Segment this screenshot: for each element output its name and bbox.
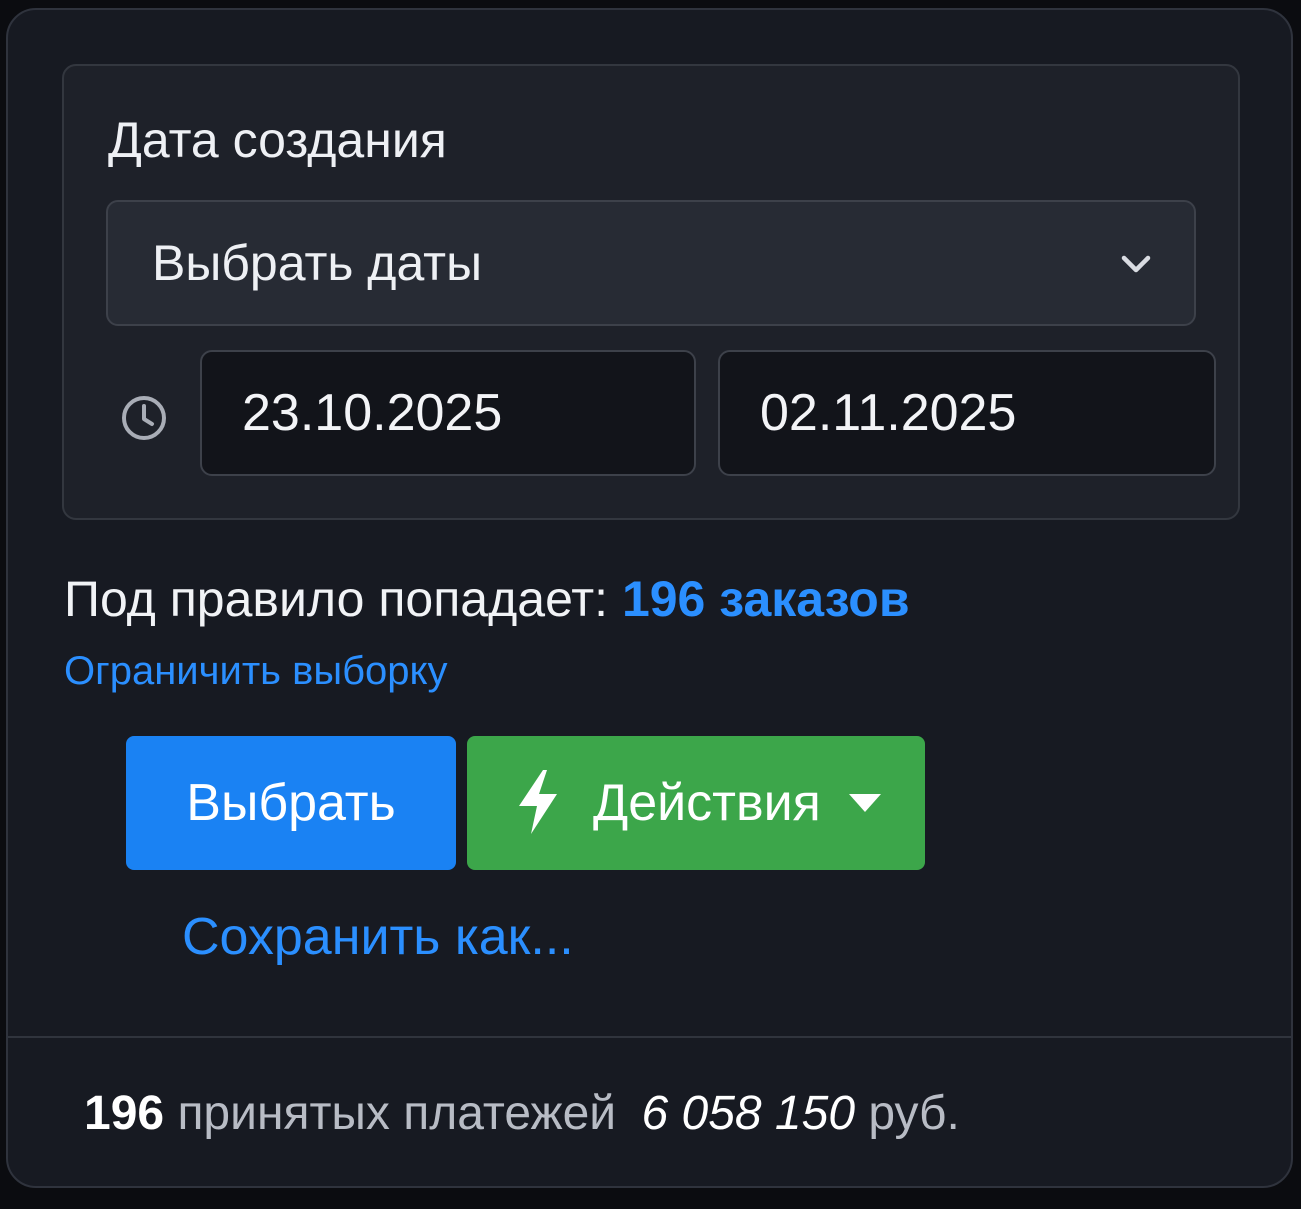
rule-panel: Дата создания Выбрать даты 23.10.2025 02… [6, 8, 1293, 1188]
limit-selection-link[interactable]: Ограничить выборку [64, 646, 447, 696]
date-from-input[interactable]: 23.10.2025 [200, 350, 696, 476]
rule-summary-prefix: Под правило попадает: [64, 571, 609, 627]
filter-label: Дата создания [108, 112, 447, 168]
lightning-bolt-icon [519, 770, 557, 834]
date-range-select[interactable]: Выбрать даты [106, 200, 1196, 326]
creation-date-filter: Дата создания Выбрать даты 23.10.2025 02… [62, 64, 1240, 520]
actions-dropdown-button[interactable]: Действия [467, 736, 925, 870]
rule-summary: Под правило попадает: 196 заказов [64, 566, 910, 632]
date-to-input[interactable]: 02.11.2025 [718, 350, 1216, 476]
clock-icon [122, 396, 166, 440]
payments-currency: руб. [868, 1087, 960, 1140]
payments-summary: 196 принятых платежей 6 058 150 руб. [84, 1084, 960, 1144]
payments-label: принятых платежей [177, 1087, 617, 1140]
orders-count-link[interactable]: 196 заказов [622, 571, 910, 627]
actions-button-label: Действия [593, 774, 821, 832]
chevron-down-icon [1121, 255, 1151, 273]
date-range-select-value: Выбрать даты [152, 235, 483, 291]
select-button[interactable]: Выбрать [126, 736, 456, 870]
footer-divider [8, 1036, 1291, 1038]
save-as-link[interactable]: Сохранить как... [182, 904, 574, 970]
payments-sum: 6 058 150 [641, 1087, 856, 1140]
caret-down-icon [849, 794, 881, 812]
payments-count: 196 [84, 1087, 165, 1140]
